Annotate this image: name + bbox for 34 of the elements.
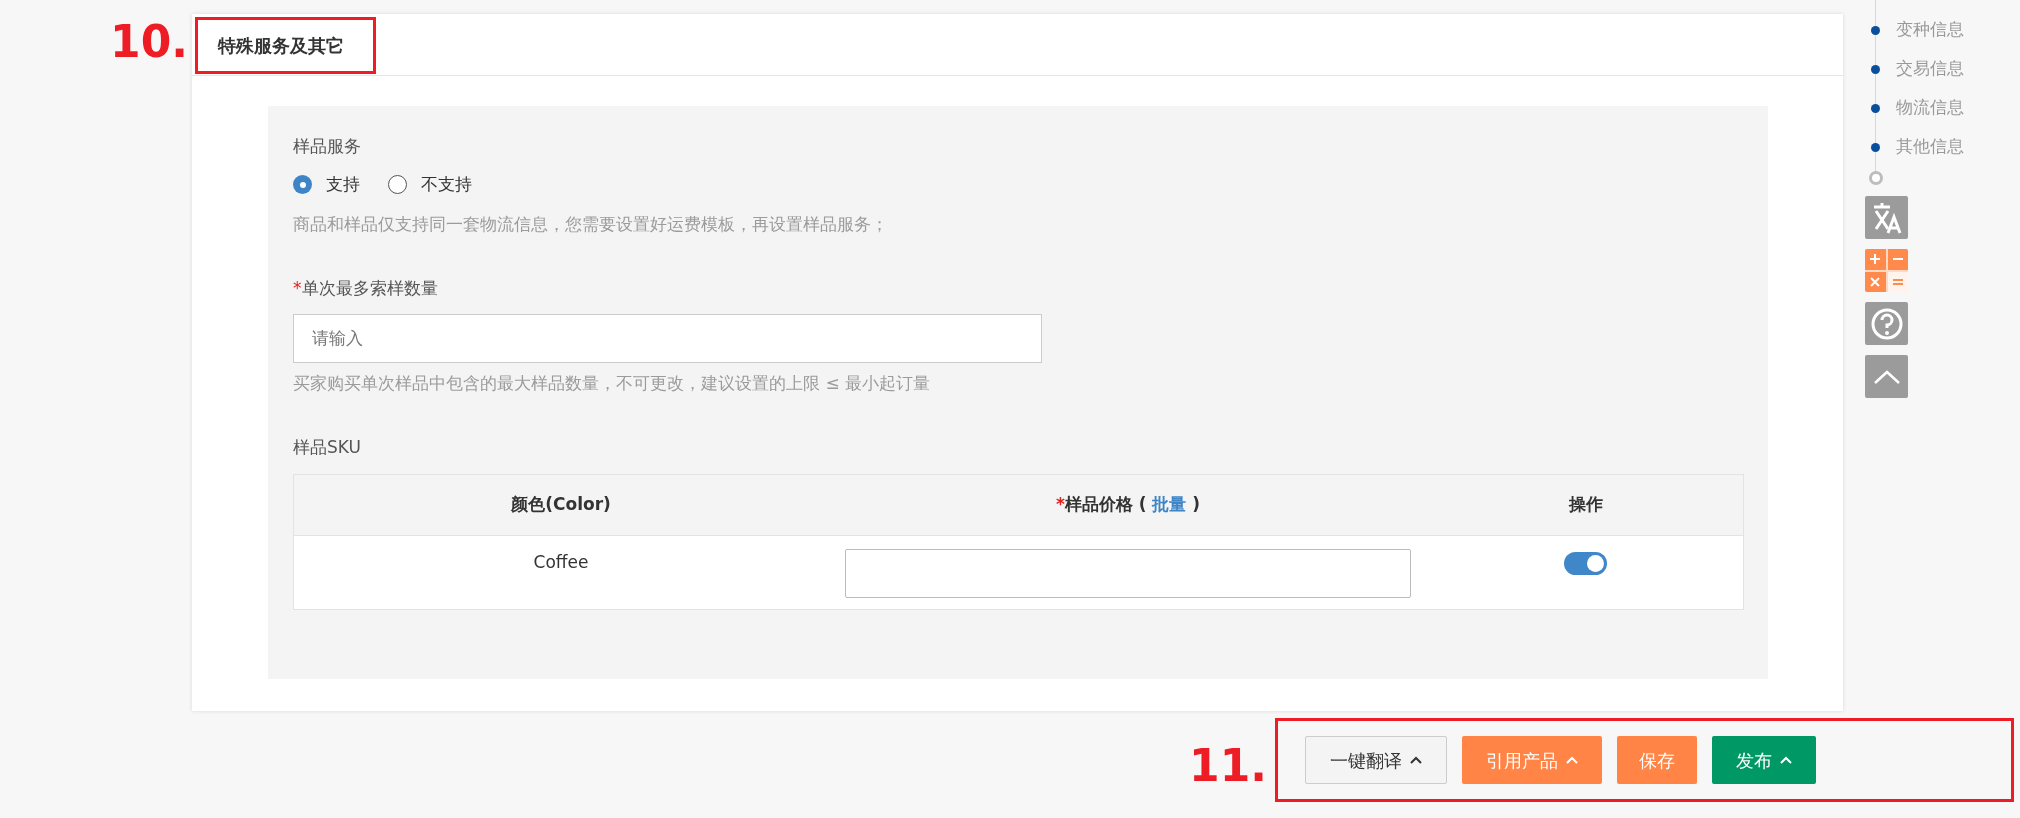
field-label: 单次最多索样数量 [301,277,438,298]
column-header: 样品价格 ( [1064,493,1147,514]
required-mark: * [293,277,302,298]
input-field[interactable]: 请输入 [293,313,1042,363]
action-button[interactable]: 发布 [1712,736,1816,784]
toggle-switch[interactable] [1564,551,1607,575]
radio-option[interactable]: 不支持 [388,172,472,198]
hint-text: 商品和样品仅支持同一套物流信息，您需要设置好运费模板，再设置样品服务； [293,212,889,236]
calculator-icon[interactable] [1865,249,1908,292]
help-icon[interactable] [1865,302,1908,345]
field-label: 样品SKU [293,435,362,459]
hint-text: 买家购买单次样品中包含的最大样品数量，不可更改，建议设置的上限 ≤ 最小起订量 [293,371,932,395]
nav-item[interactable]: 物流信息 [1896,95,1964,121]
annotation-label: 10. [110,18,188,69]
back-to-top-icon[interactable] [1865,355,1908,398]
translate-icon[interactable] [1865,196,1908,239]
radio-option[interactable]: 支持 [293,172,360,198]
table-cell-text: Coffee [532,550,590,574]
column-header: 操作 [1568,493,1603,514]
action-button[interactable]: 一键翻译 [1305,736,1447,784]
annotation-label: 11. [1189,742,1267,790]
batch-link[interactable]: 批量 [1152,493,1187,514]
column-header: 颜色(Color) [511,493,611,514]
action-button[interactable]: 引用产品 [1462,736,1602,784]
action-button[interactable]: 保存 [1617,736,1697,784]
nav-item[interactable]: 其他信息 [1896,134,1964,160]
price-input[interactable] [845,548,1411,598]
nav-item[interactable]: 交易信息 [1896,56,1964,82]
nav-item[interactable]: 变种信息 [1896,17,1964,43]
column-header: ) [1192,493,1201,514]
nav-end-icon [1869,171,1883,185]
required-mark: * [1055,493,1065,514]
section-title: 特殊服务及其它 [218,34,344,58]
field-label: 样品服务 [293,135,362,158]
